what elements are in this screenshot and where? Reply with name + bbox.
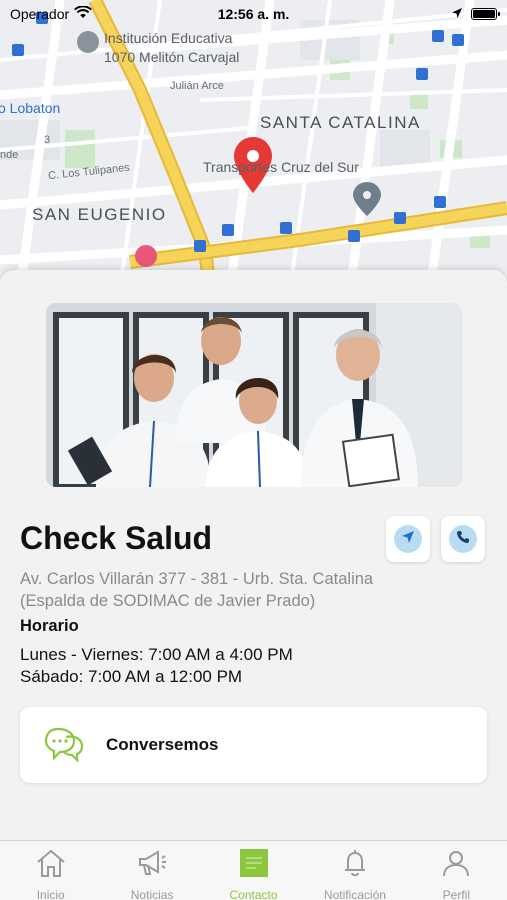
tab-perfil[interactable]: Perfil — [406, 841, 507, 900]
tab-bar: Inicio Noticias Contacto Notificación Pe… — [0, 840, 507, 900]
tab-label-inicio: Inicio — [36, 888, 65, 900]
address-line-2: (Espalda de SODIMAC de Javier Prado) — [20, 592, 316, 610]
bell-icon — [339, 848, 371, 883]
medical-team-image — [46, 303, 462, 487]
call-button[interactable] — [441, 516, 485, 562]
tab-notificacion[interactable]: Notificación — [304, 841, 405, 900]
tab-noticias[interactable]: Noticias — [101, 841, 202, 900]
map-label-julian-arce: Julián Arce — [170, 80, 224, 92]
map-label-nde: nde — [0, 149, 19, 161]
home-icon — [35, 848, 67, 883]
chat-bubbles-icon — [44, 725, 84, 768]
map-label-santa-catalina: SANTA CATALINA — [260, 113, 421, 132]
location-card: Check Salud Av. Carlos Villarán 377 - 38… — [0, 270, 507, 840]
schedule-weekdays: Lunes - Viernes: 7:00 AM a 4:00 PM — [20, 645, 293, 664]
location-address: Av. Carlos Villarán 377 - 381 - Urb. Sta… — [20, 568, 490, 612]
map-canvas — [0, 0, 507, 290]
tab-inicio[interactable]: Inicio — [0, 841, 101, 900]
schedule-saturday: Sábado: 7:00 AM a 12:00 PM — [20, 667, 243, 686]
navigation-arrow-icon — [401, 530, 415, 549]
chat-label: Conversemos — [106, 735, 219, 754]
status-bar: Operador 12:56 a. m. — [0, 0, 507, 28]
address-line-1: Av. Carlos Villarán 377 - 381 - Urb. Sta… — [20, 570, 374, 588]
map-label-transportes: Transportes Cruz del Sur — [203, 159, 359, 175]
battery-icon — [471, 8, 500, 20]
directions-button[interactable] — [386, 516, 430, 562]
tab-label-notificacion: Notificación — [323, 888, 386, 900]
contact-icon — [238, 848, 270, 883]
status-time: 12:56 a. m. — [217, 6, 290, 22]
map-view[interactable]: Institución Educativa 1070 Melitón Carva… — [0, 0, 507, 290]
megaphone-icon — [136, 848, 168, 883]
tab-contacto[interactable]: Contacto — [203, 841, 304, 900]
phone-icon — [456, 530, 470, 549]
call-icon-circle — [449, 525, 477, 553]
user-icon — [440, 848, 472, 883]
map-label-institution-address: 1070 Melitón Carvajal — [104, 49, 240, 65]
map-label-san-eugenio: SAN EUGENIO — [32, 205, 167, 224]
location-photo — [46, 303, 462, 487]
map-label-number: 3 — [44, 134, 51, 146]
chat-button[interactable]: Conversemos — [20, 707, 487, 783]
tab-label-perfil: Perfil — [442, 888, 470, 900]
location-title: Check Salud — [20, 520, 213, 556]
schedule-title: Horario — [20, 617, 79, 635]
map-label-lobaton: o Lobaton — [0, 100, 61, 116]
map-label-institution: Institución Educativa — [104, 30, 233, 46]
tab-label-contacto: Contacto — [229, 888, 278, 900]
directions-icon-circle — [394, 525, 422, 553]
tab-label-noticias: Noticias — [130, 888, 174, 900]
